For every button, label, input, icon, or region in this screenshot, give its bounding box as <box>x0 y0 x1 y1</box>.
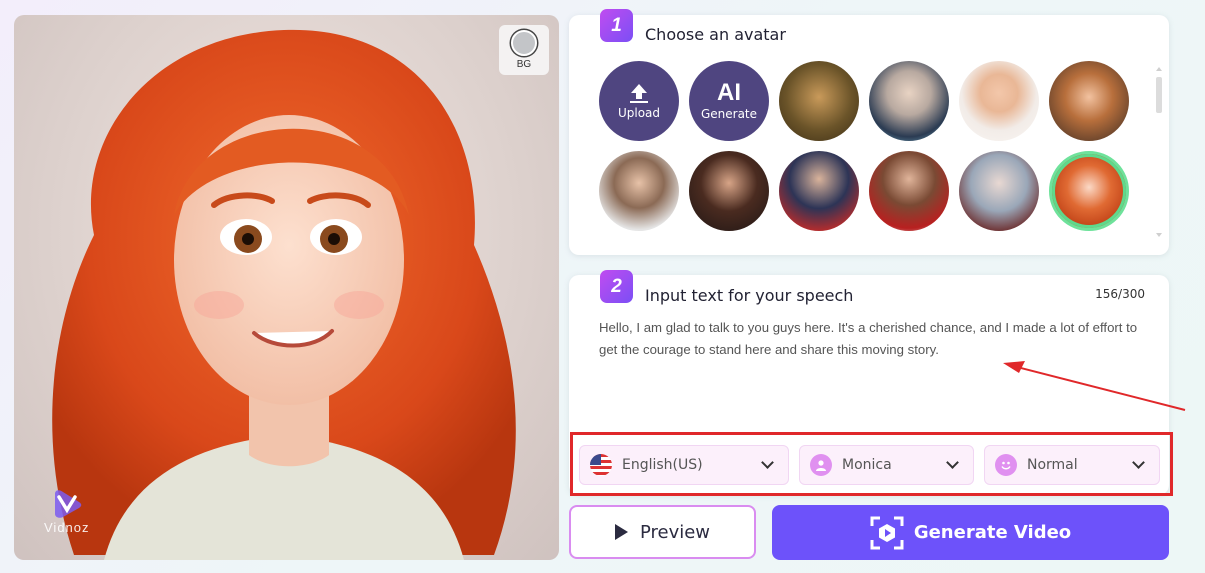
emotion-select[interactable]: Normal <box>984 445 1160 485</box>
avatar-option-mona-lisa[interactable] <box>779 61 859 141</box>
background-color-icon <box>511 30 537 56</box>
character-counter: 156/300 <box>1095 287 1145 301</box>
upload-icon <box>630 84 648 103</box>
avatar-option-cartoon-man-white-shirt[interactable] <box>599 151 679 231</box>
avatar-portrait-image <box>52 29 516 560</box>
choose-avatar-card: 1 Choose an avatar Upload AI Generate <box>569 9 1169 255</box>
choose-avatar-title: Choose an avatar <box>645 25 786 44</box>
preview-button-label: Preview <box>639 521 711 543</box>
vidnoz-logo-icon <box>54 490 81 518</box>
avatar-option-iron-man[interactable] <box>869 151 949 231</box>
watermark-label: Vidnoz <box>44 520 90 535</box>
us-flag-icon <box>590 454 612 476</box>
play-icon <box>614 524 628 540</box>
upload-avatar-button[interactable]: Upload <box>599 61 679 141</box>
upload-label: Upload <box>617 106 661 120</box>
avatar-option-wonder-woman[interactable] <box>689 151 769 231</box>
person-icon <box>810 454 832 476</box>
language-select-value: English(US) <box>622 457 703 473</box>
avatar-option-superman[interactable] <box>779 151 859 231</box>
ai-generate-avatar-button[interactable]: AI Generate <box>689 61 769 141</box>
language-select[interactable]: English(US) <box>579 445 789 485</box>
scroll-down-arrow-icon[interactable] <box>1156 233 1162 237</box>
background-button[interactable]: BG <box>499 25 549 75</box>
generate-video-button[interactable]: Generate Video <box>772 505 1169 560</box>
generate-label: Generate <box>700 107 758 121</box>
avatar-grid: Upload AI Generate <box>599 61 1139 231</box>
voice-select[interactable]: Monica <box>799 445 974 485</box>
chevron-down-icon <box>1132 456 1145 469</box>
generate-video-label: Generate Video <box>913 522 1072 543</box>
voice-settings-highlight: English(US) Monica Normal <box>570 432 1173 496</box>
voice-select-value: Monica <box>842 457 892 473</box>
avatar-option-cartoon-man[interactable] <box>959 61 1039 141</box>
avatar-option-harley-quinn[interactable] <box>959 151 1039 231</box>
vidnoz-watermark: Vidnoz <box>44 490 90 535</box>
background-button-label: BG <box>516 59 532 70</box>
scroll-thumb[interactable] <box>1156 77 1162 113</box>
scroll-up-arrow-icon[interactable] <box>1156 67 1162 71</box>
chevron-down-icon <box>946 456 959 469</box>
preview-button[interactable]: Preview <box>569 505 756 559</box>
chevron-down-icon <box>761 456 774 469</box>
speech-text-input[interactable]: Hello, I am glad to talk to you guys her… <box>599 317 1139 361</box>
step-2-badge: 2 <box>600 270 633 303</box>
step-1-badge: 1 <box>600 9 633 42</box>
avatar-scrollbar[interactable] <box>1155 67 1163 237</box>
avatar-option-redhead-girl-selected[interactable] <box>1049 151 1129 231</box>
speech-text-title: Input text for your speech <box>645 286 854 305</box>
emotion-select-value: Normal <box>1027 457 1078 473</box>
video-frame-icon <box>870 516 904 549</box>
smiley-icon <box>995 454 1017 476</box>
ai-icon: AI <box>717 79 741 106</box>
avatar-option-einstein[interactable] <box>869 61 949 141</box>
avatar-preview: BG Vidnoz <box>14 15 559 560</box>
avatar-option-cartoon-woman[interactable] <box>1049 61 1129 141</box>
